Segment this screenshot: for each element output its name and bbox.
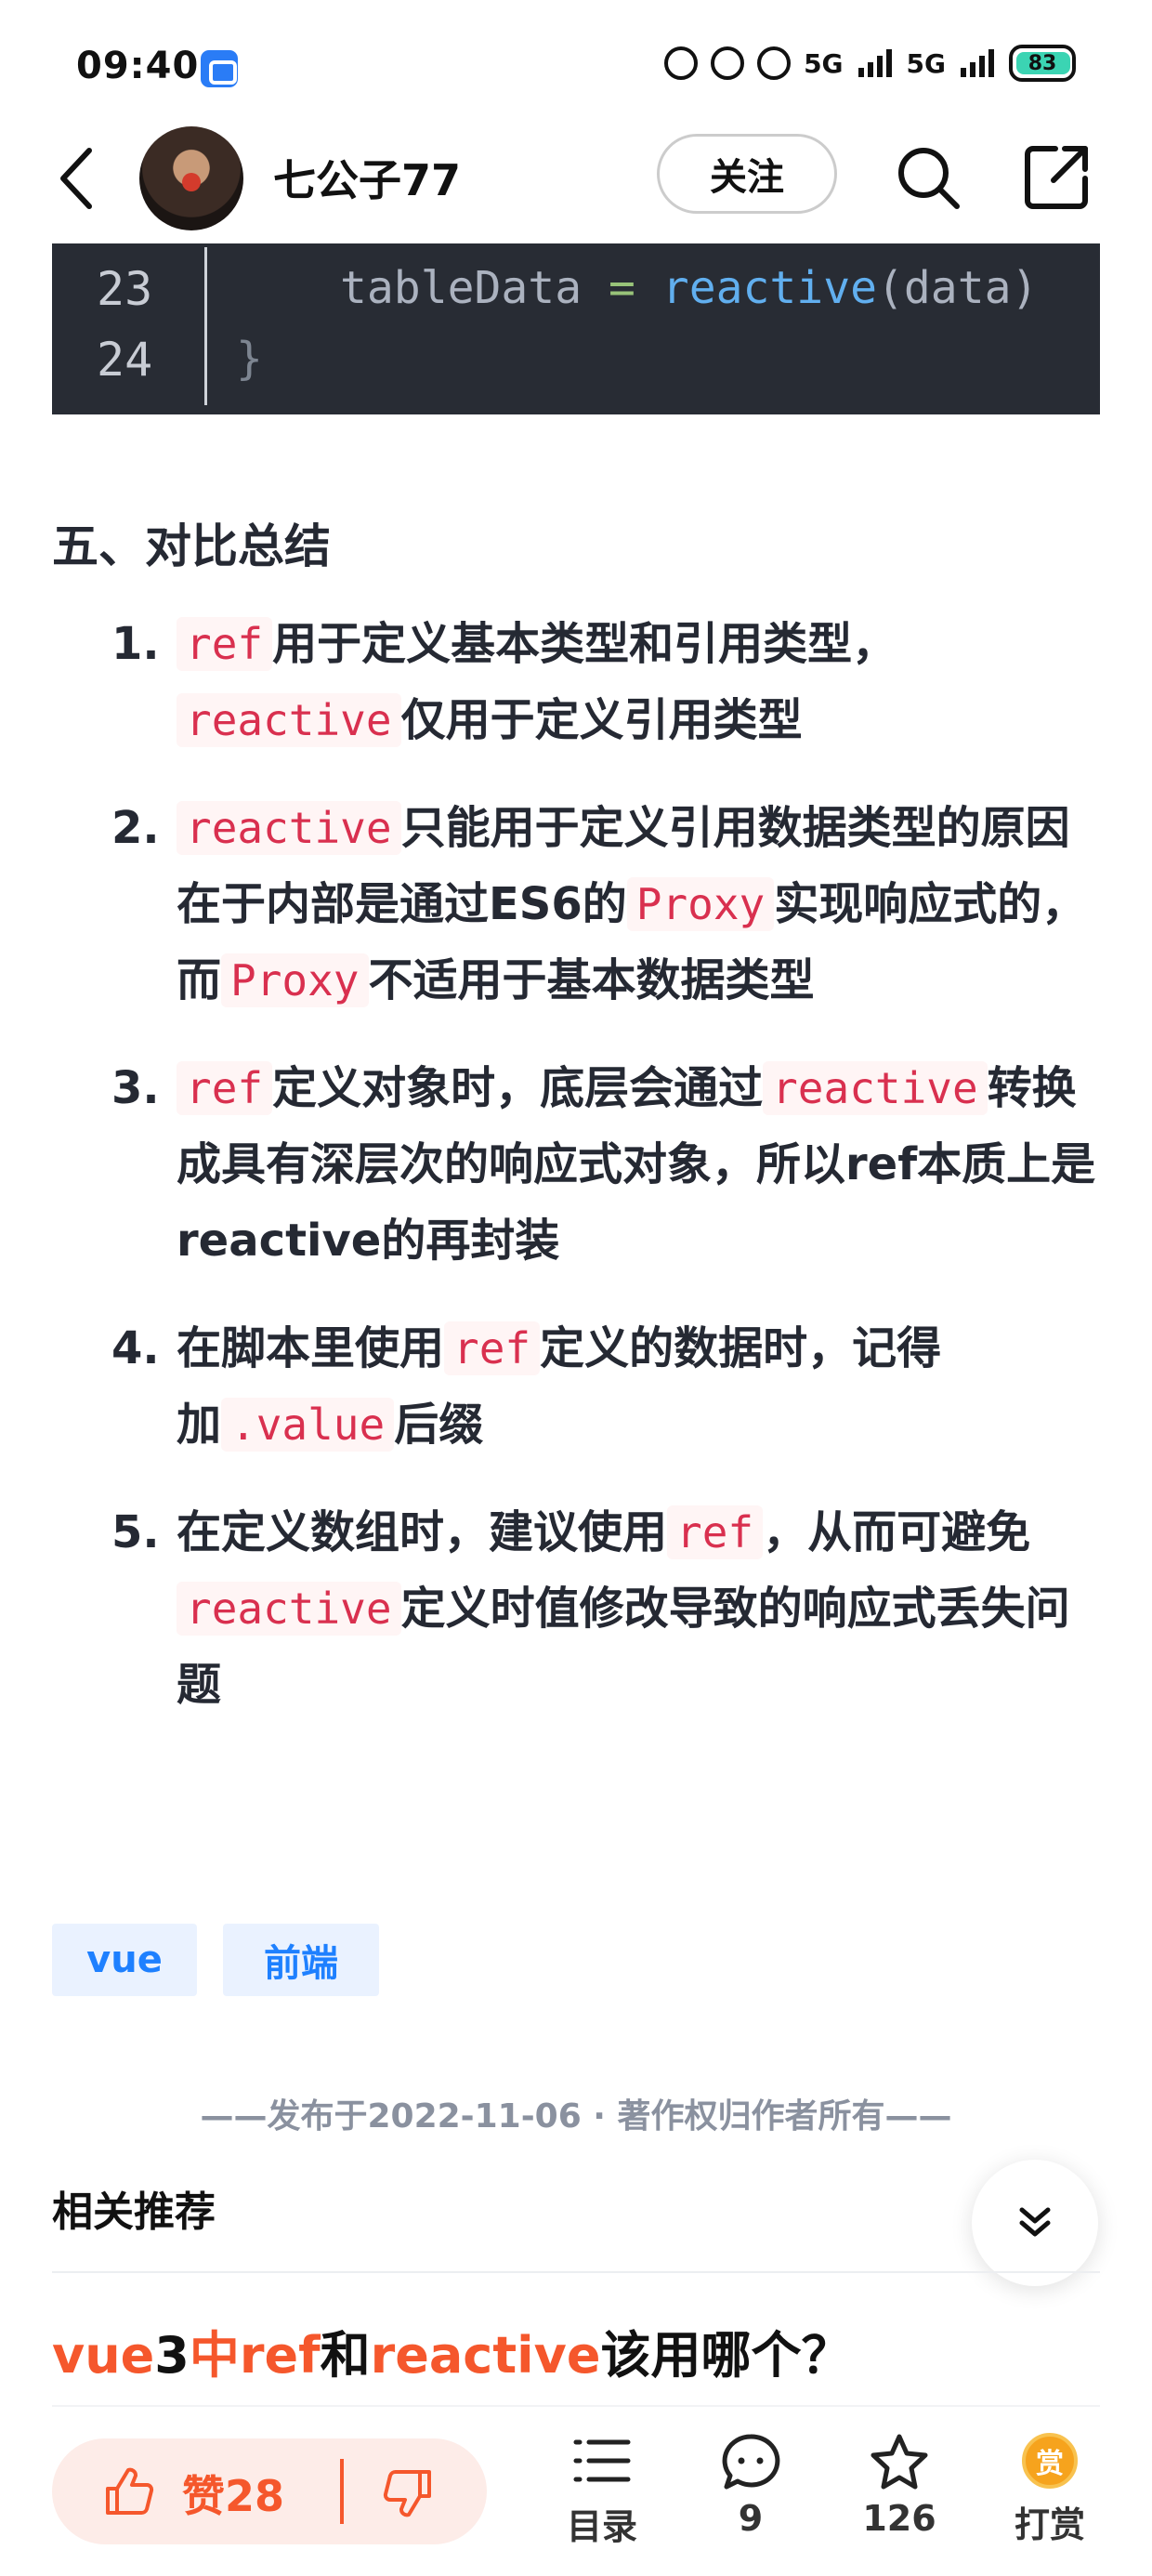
- status-time: 09:40: [76, 45, 200, 87]
- summary-item: 1. ref 用于定义基本类型和引用类型， reactive 仅用于定义引用类型: [52, 606, 1100, 758]
- link-text: 和: [320, 2326, 371, 2385]
- inline-code: ref: [177, 1061, 273, 1115]
- code-line-24: }: [236, 333, 263, 385]
- highlight-keyword: reactive: [370, 2326, 601, 2385]
- like-separator: [340, 2459, 344, 2524]
- reward-label: 打赏: [1014, 2504, 1085, 2545]
- search-icon[interactable]: [892, 141, 966, 216]
- summary-text: 在脚本里使用: [177, 1322, 445, 1374]
- highlight-keyword: vue: [52, 2326, 155, 2385]
- like-button[interactable]: 赞28: [182, 2463, 284, 2524]
- double-chevron-down-icon: [1019, 2207, 1051, 2237]
- follow-button[interactable]: 关注: [657, 134, 837, 214]
- toc-button[interactable]: 目录: [537, 2433, 667, 2549]
- summary-text: 在定义数组时，建议使用: [177, 1506, 668, 1558]
- code-token-operator: =: [608, 262, 635, 314]
- thumbs-up-icon[interactable]: [100, 2464, 156, 2520]
- divider: [52, 2271, 1100, 2273]
- signal-5g-label-a: 5G: [804, 47, 844, 79]
- battery-level: 83: [1028, 51, 1057, 75]
- summary-text: 后缀: [394, 1399, 484, 1451]
- code-token: (: [876, 262, 904, 314]
- summary-item-number: 1.: [111, 618, 160, 670]
- inline-code: ref: [667, 1505, 764, 1559]
- battery-icon: 83: [1009, 45, 1076, 82]
- author-name[interactable]: 七公子77: [273, 147, 461, 208]
- link-text: 该用哪个？: [600, 2326, 852, 2385]
- code-line-23: tableData = reactive(data): [340, 262, 1038, 314]
- summary-text: ，从而可避免: [763, 1506, 1031, 1558]
- favorite-button[interactable]: 126: [834, 2433, 964, 2539]
- inline-code: reactive: [177, 801, 401, 855]
- summary-item-number: 5.: [111, 1506, 160, 1558]
- summary-list: 1. ref 用于定义基本类型和引用类型，reactive 仅用于定义引用类型 2. re…: [52, 606, 1100, 1755]
- summary-item: 5. 在定义数组时，建议使用 ref ，从而可避免reactive 定义时值修改导致的响…: [52, 1494, 1100, 1723]
- inline-code: reactive: [177, 693, 401, 747]
- like-bar: 赞28: [52, 2438, 487, 2544]
- share-icon[interactable]: [1018, 138, 1096, 216]
- summary-item-number: 2.: [111, 802, 160, 854]
- publish-info: ——发布于2022-11-06 · 著作权归作者所有——: [200, 2097, 952, 2136]
- code-block: 23 24 tableData = reactive(data) }: [52, 243, 1100, 414]
- alarm-icon: [757, 46, 792, 80]
- tag-vue[interactable]: vue: [52, 1924, 197, 1996]
- code-token: tableData: [340, 262, 609, 314]
- summary-item: 3. ref 定义对象时，底层会通过 reactive 转换成具有深层次的响应式对象，所…: [52, 1050, 1100, 1279]
- notification-app-icon: [201, 50, 238, 87]
- inline-code: reactive: [763, 1061, 988, 1115]
- nfc-icon: [664, 46, 699, 80]
- section-heading: 五、对比总结: [52, 519, 331, 573]
- code-token: ): [1011, 262, 1039, 314]
- comment-button[interactable]: 9: [686, 2433, 816, 2539]
- inline-code: reactive: [177, 1582, 401, 1636]
- summary-text: 不适用于基本数据类型: [368, 954, 815, 1006]
- favorite-count: 126: [862, 2498, 936, 2539]
- inline-code: Proxy: [221, 953, 369, 1007]
- divider: [52, 2405, 1100, 2407]
- status-icons: 5G 5G 83: [664, 45, 1076, 82]
- inline-code: ref: [177, 617, 273, 671]
- inline-code: Proxy: [626, 877, 775, 931]
- highlight-keyword: 中ref: [189, 2326, 321, 2385]
- star-icon: [871, 2434, 928, 2490]
- signal-bars-icon: [857, 49, 892, 77]
- summary-text: 仅用于定义引用类型: [400, 694, 803, 746]
- author-avatar[interactable]: [139, 126, 243, 230]
- inline-code: .value: [221, 1398, 395, 1452]
- back-arrow-icon[interactable]: [52, 143, 104, 214]
- code-token: data: [903, 262, 1012, 314]
- signal-5g-label-b: 5G: [906, 47, 946, 79]
- line-number: 23: [97, 262, 153, 316]
- related-title: 相关推荐: [52, 2188, 216, 2236]
- line-number: 24: [97, 333, 153, 387]
- code-gutter: 23 24: [52, 243, 204, 414]
- status-bar: 09:40 5G 5G 83: [0, 0, 1152, 130]
- thumbs-down-icon[interactable]: [381, 2464, 437, 2520]
- signal-bars-icon-2: [961, 49, 994, 77]
- summary-item-number: 4.: [111, 1322, 160, 1374]
- list-icon: [573, 2439, 631, 2482]
- link-text: 3: [154, 2326, 190, 2385]
- summary-text: 定义对象时，底层会通过: [272, 1062, 764, 1114]
- reward-coin-icon: 赏: [1022, 2433, 1078, 2489]
- code-token-function: reactive: [661, 262, 877, 314]
- do-not-disturb-icon: [711, 46, 745, 80]
- collapse-button[interactable]: [972, 2160, 1098, 2286]
- summary-text: 用于定义基本类型和引用类型，: [272, 618, 897, 670]
- gutter-divider: [204, 247, 207, 405]
- summary-item: 4. 在脚本里使用 ref 定义的数据时，记得加 .value 后缀: [52, 1310, 1100, 1463]
- comment-icon: [722, 2434, 780, 2490]
- article-header: 七公子77 关注: [0, 121, 1152, 232]
- tag-frontend[interactable]: 前端: [223, 1924, 379, 1996]
- summary-item-number: 3.: [111, 1062, 160, 1114]
- inline-code: ref: [444, 1321, 541, 1375]
- related-article-link[interactable]: vue3中ref和reactive该用哪个？: [52, 2314, 851, 2387]
- comment-count: 9: [738, 2498, 764, 2539]
- reward-button[interactable]: 赏 打赏: [985, 2433, 1115, 2547]
- summary-item: 2. reactive 只能用于定义引用数据类型的原因在于内部是通过ES6的 Prox…: [52, 790, 1100, 1019]
- toc-label: 目录: [566, 2506, 637, 2547]
